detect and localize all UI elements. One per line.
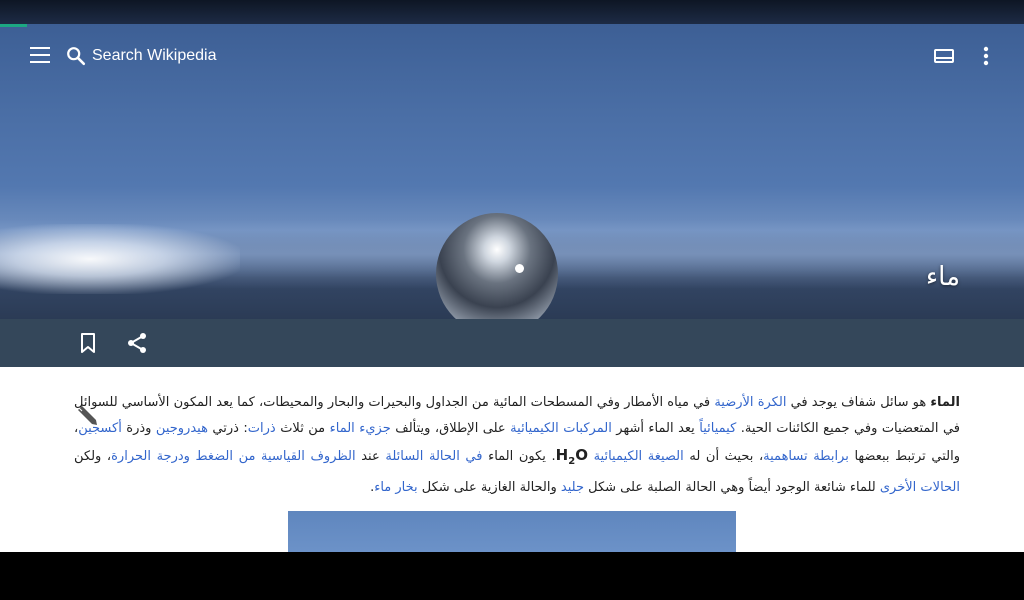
link-hydrogen[interactable]: هيدروجين — [156, 421, 208, 436]
link-water-molecule[interactable]: جزيء الماء — [330, 421, 391, 436]
search-input[interactable]: Search Wikipedia — [92, 45, 217, 67]
link-oxygen[interactable]: أكسجين — [78, 421, 122, 436]
formula-h: H — [555, 446, 569, 464]
link-standard-conditions[interactable]: الظروف القياسية من الضغط ودرجة الحرارة — [111, 449, 356, 464]
link-chemical-formula[interactable]: الصيغة الكيميائية — [594, 449, 684, 464]
link-earth[interactable]: الكرة الأرضية — [714, 395, 786, 410]
text-run: وذرة — [121, 421, 156, 436]
more-vert-icon[interactable] — [976, 44, 996, 68]
page-title: ماء — [925, 262, 960, 292]
article-image[interactable] — [288, 511, 736, 552]
text-run: من ثلاث — [275, 421, 330, 436]
system-navigation-bar — [0, 552, 1024, 600]
text-run: هو سائل شفاف يوجد في — [786, 395, 931, 410]
page-action-bar — [0, 319, 1024, 367]
bookmark-icon[interactable] — [78, 332, 98, 354]
link-ice[interactable]: جليد — [561, 480, 584, 495]
link-chemical-compounds[interactable]: المركبات الكيميائية — [510, 421, 612, 436]
hamburger-menu-icon[interactable] — [30, 47, 50, 63]
link-water-vapor[interactable]: بخار ماء — [374, 480, 417, 495]
link-covalent-bond[interactable]: برابطة تساهمية — [763, 449, 849, 464]
text-run: ، بحيث أن له — [683, 449, 764, 464]
text-run: . يكون الماء — [482, 449, 556, 464]
water-droplet — [436, 213, 558, 335]
text-run: على الإطلاق، ويتألف — [390, 421, 511, 436]
formula-o: O — [575, 446, 588, 464]
status-bar — [0, 0, 1024, 24]
link-other-states[interactable]: الحالات الأخرى — [880, 480, 960, 495]
text-run: عند — [355, 449, 386, 464]
text-run: للماء شائعة الوجود أيضاً وهي الحالة الصل… — [584, 480, 880, 495]
link-chemically[interactable]: كيميائياً — [699, 421, 736, 436]
bold-term: الماء — [930, 395, 960, 410]
text-run: : ذرتي — [207, 421, 248, 436]
droplet-highlight — [515, 264, 524, 273]
chemical-formula: H2O — [555, 446, 588, 467]
text-run: يعد الماء أشهر — [611, 421, 700, 436]
link-atoms[interactable]: ذرات — [248, 421, 276, 436]
link-liquid-state[interactable]: في الحالة السائلة — [385, 449, 482, 464]
lead-paragraph: الماء هو سائل شفاف يوجد في الكرة الأرضية… — [74, 390, 960, 501]
text-run: والحالة الغازية على شكل — [417, 480, 561, 495]
search-icon[interactable] — [65, 45, 87, 67]
lead-image-glow — [0, 224, 240, 294]
text-run: ، ولكن — [74, 449, 112, 464]
tabs-icon[interactable] — [932, 44, 956, 68]
share-icon[interactable] — [125, 331, 149, 355]
